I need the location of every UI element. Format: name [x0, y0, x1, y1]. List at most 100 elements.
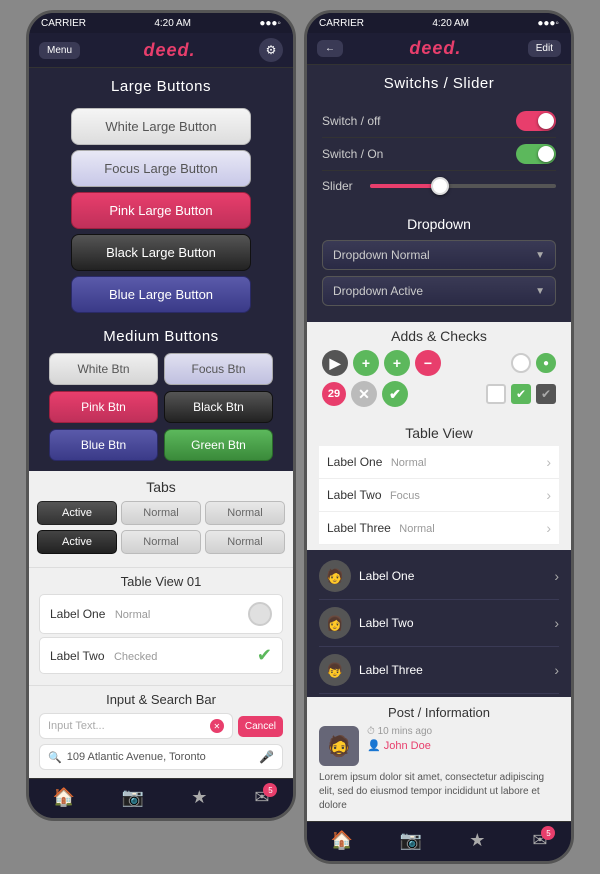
check-right: ✔ [257, 645, 272, 666]
tab-camera[interactable]: 📷 [122, 787, 144, 808]
r-tab-mail[interactable]: ✉ 5 [532, 830, 547, 851]
post-author[interactable]: 👤 John Doe [367, 739, 432, 752]
radio-empty[interactable] [511, 353, 531, 373]
tab-mail[interactable]: ✉ 5 [254, 787, 269, 808]
checkbox-checked[interactable]: ✔ [511, 384, 531, 404]
green-medium-button[interactable]: Green Btn [164, 429, 273, 461]
close-button[interactable]: ✕ [351, 381, 377, 407]
large-buttons-section: Large Buttons White Large Button Focus L… [29, 68, 293, 313]
black-large-button[interactable]: Black Large Button [71, 234, 251, 271]
tab-star[interactable]: ★ [191, 787, 207, 808]
tab-bar-left: 🏠 📷 ★ ✉ 5 [29, 778, 293, 818]
tab-normal-2[interactable]: Normal [205, 501, 285, 525]
avatar-2: 👩 [319, 607, 351, 639]
post-section: Post / Information 🧔 ⏱ 10 mins ago 👤 Joh… [307, 697, 571, 821]
tabs-title: Tabs [37, 479, 285, 495]
input-search-section: Input & Search Bar Input Text... ✕ Cance… [29, 685, 293, 778]
signal-left: ●●●◦ [259, 18, 281, 29]
toggle-circle[interactable] [248, 602, 272, 626]
tab-normal-1[interactable]: Normal [121, 501, 201, 525]
chevron-right-icon-2: › [546, 487, 551, 503]
switch-controls: Switch / off Switch / On Slider [307, 100, 571, 211]
avatar-row-2[interactable]: 👩 Label Two › [319, 600, 559, 647]
avatar-rows-section: 🧑 Label One › 👩 Label Two › 👦 [307, 550, 571, 697]
search-icon: 🔍 [48, 751, 62, 764]
switch-on-row: Switch / On [322, 138, 556, 171]
focus-medium-button[interactable]: Focus Btn [164, 353, 273, 385]
tab-active-1[interactable]: Active [37, 501, 117, 525]
avatar-3: 👦 [319, 654, 351, 686]
adds-checks-section: Adds & Checks ▶ + + − ● 29 ✕ ✔ ✔ ✔ [307, 322, 571, 420]
large-buttons-title: Large Buttons [29, 68, 293, 103]
add-green-button-2[interactable]: + [384, 350, 410, 376]
menu-button[interactable]: Menu [39, 42, 80, 59]
checkbox-empty[interactable] [486, 384, 506, 404]
search-row[interactable]: 🔍 109 Atlantic Avenue, Toronto 🎤 [39, 744, 283, 770]
medium-buttons-section: Medium Buttons White Btn Focus Btn Pink … [29, 318, 293, 471]
black-medium-button[interactable]: Black Btn [164, 391, 273, 423]
input-field[interactable]: Input Text... ✕ [39, 713, 233, 739]
slider-label: Slider [322, 179, 362, 193]
tab-normal-3[interactable]: Normal [121, 530, 201, 554]
check-icon: ✔ [257, 645, 272, 666]
r-sub-two: Focus [390, 490, 420, 502]
tab-normal-4[interactable]: Normal [205, 530, 285, 554]
r-tab-camera[interactable]: 📷 [400, 830, 422, 851]
avatar-row-3[interactable]: 👦 Label Three › [319, 647, 559, 694]
table-row[interactable]: Label One Normal [39, 594, 283, 634]
slider-thumb[interactable] [431, 177, 449, 195]
status-bar-left: CARRIER 4:20 AM ●●●◦ [29, 13, 293, 33]
nav-bar-right: ← deed. Edit [307, 33, 571, 65]
checkbox-dark[interactable]: ✔ [536, 384, 556, 404]
dropdown-active[interactable]: Dropdown Active ▼ [322, 276, 556, 306]
table-view-01-title: Table View 01 [39, 574, 283, 589]
pink-large-button[interactable]: Pink Large Button [71, 192, 251, 229]
remove-red-button[interactable]: − [415, 350, 441, 376]
radio-filled[interactable]: ● [536, 353, 556, 373]
chevron-right-icon-1: › [546, 454, 551, 470]
dropdown-title: Dropdown [322, 216, 556, 232]
r-tab-star[interactable]: ★ [469, 830, 485, 851]
medium-buttons-title: Medium Buttons [29, 318, 293, 353]
clear-input-button[interactable]: ✕ [210, 719, 224, 733]
tab-home[interactable]: 🏠 [52, 787, 74, 808]
r-tab-home[interactable]: 🏠 [330, 830, 352, 851]
chevron-down-icon: ▼ [535, 250, 545, 261]
edit-button[interactable]: Edit [528, 40, 561, 57]
white-large-button[interactable]: White Large Button [71, 108, 251, 145]
cancel-button[interactable]: Cancel [238, 716, 283, 737]
status-bar-right: CARRIER 4:20 AM ●●●◦ [307, 13, 571, 33]
avatar-row-1[interactable]: 🧑 Label One › [319, 553, 559, 600]
add-dark-button[interactable]: ▶ [322, 350, 348, 376]
back-button[interactable]: ← [317, 40, 343, 57]
r-sub-one: Normal [391, 457, 426, 469]
nav-bar-left: Menu deed. ⚙ [29, 33, 293, 68]
check-button[interactable]: ✔ [382, 381, 408, 407]
table-row-2[interactable]: Label Two Checked ✔ [39, 637, 283, 674]
blue-large-button[interactable]: Blue Large Button [71, 276, 251, 313]
r-table-row-3[interactable]: Label Three Normal › [319, 512, 559, 545]
blue-medium-button[interactable]: Blue Btn [49, 429, 158, 461]
signal-right: ●●●◦ [537, 18, 559, 29]
tab-active-2[interactable]: Active [37, 530, 117, 554]
r-label-three: Label Three [327, 521, 391, 535]
r-table-row-2[interactable]: Label Two Focus › [319, 479, 559, 512]
focus-large-button[interactable]: Focus Large Button [71, 150, 251, 187]
add-green-button[interactable]: + [353, 350, 379, 376]
slider-track[interactable] [370, 184, 556, 188]
r-table-row-1[interactable]: Label One Normal › [319, 446, 559, 479]
settings-button[interactable]: ⚙ [259, 38, 283, 62]
switch-on-toggle[interactable] [516, 144, 556, 164]
logo-left: deed. [144, 40, 196, 61]
dropdown-active-label: Dropdown Active [333, 284, 423, 298]
chevron-right-avatar-3: › [554, 662, 559, 678]
white-medium-button[interactable]: White Btn [49, 353, 158, 385]
chevron-right-icon-3: › [546, 520, 551, 536]
dropdown-section: Dropdown Dropdown Normal ▼ Dropdown Acti… [307, 211, 571, 322]
pink-medium-button[interactable]: Pink Btn [49, 391, 158, 423]
post-title: Post / Information [319, 705, 559, 720]
medium-buttons-grid: White Btn Focus Btn Pink Btn Black Btn B… [29, 353, 293, 471]
dropdown-normal[interactable]: Dropdown Normal ▼ [322, 240, 556, 270]
adds-title: Adds & Checks [322, 328, 556, 344]
switch-off-toggle[interactable] [516, 111, 556, 131]
